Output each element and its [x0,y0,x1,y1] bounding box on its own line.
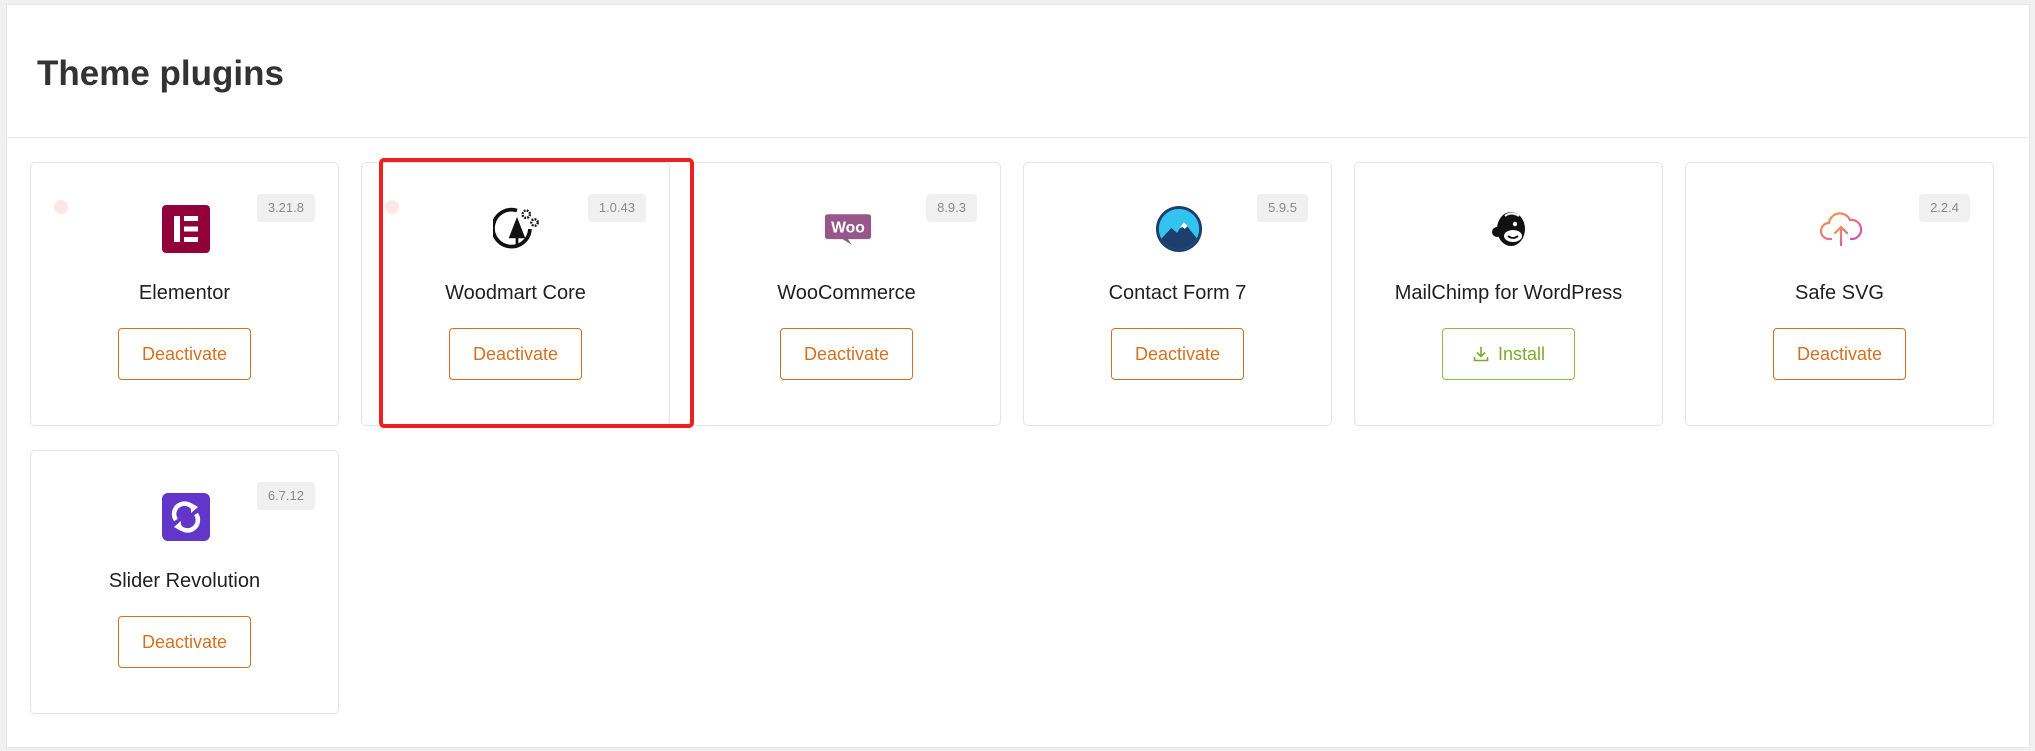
version-badge: 3.21.8 [256,194,315,222]
deactivate-button[interactable]: Deactivate [780,328,913,380]
plugin-name: Slider Revolution [108,570,261,592]
plugin-card-woodmart-core: 1.0.43 Woodmart Core Deactivate [361,162,670,426]
install-button[interactable]: Install [1442,328,1575,380]
elementor-icon [162,205,210,253]
woodmart-icon [493,205,541,253]
mailchimp-icon [1486,205,1534,253]
version-badge: 5.9.5 [1257,194,1308,222]
deactivate-button[interactable]: Deactivate [1773,328,1906,380]
plugin-grid: 3.21.8 Elementor Deactivate 1.0.43 Woodm… [30,162,1994,714]
plugin-card-contact-form-7: 5.9.5 Contact Form 7 Deactivate [1023,162,1332,426]
plugin-card-safe-svg: 2.2.4 Safe SVG Deactivate [1685,162,1994,426]
panel-header: Theme plugins [7,5,2029,138]
safe-svg-icon [1817,205,1865,253]
deactivate-button[interactable]: Deactivate [1111,328,1244,380]
button-label: Deactivate [472,343,559,364]
download-icon [1473,347,1489,362]
deactivate-button[interactable]: Deactivate [118,328,251,380]
version-badge: 1.0.43 [587,194,646,222]
slider-revolution-icon [162,493,210,541]
plugin-card-woocommerce: 8.9.3 Woo WooCommerce Deactivate [692,162,1001,426]
plugin-name: Elementor [138,282,231,304]
plugin-card-slider-revolution: 6.7.12 Slider Revolution Deactivate [30,450,339,714]
button-label: Deactivate [1796,343,1883,364]
svg-text:Woo: Woo [831,220,865,237]
version-badge: 6.7.12 [256,482,315,510]
plugin-card-mailchimp: MailChimp for WordPress Install [1354,162,1663,426]
woocommerce-icon: Woo [824,205,872,253]
deactivate-button[interactable]: Deactivate [449,328,582,380]
button-label: Deactivate [803,343,890,364]
status-dot [385,200,399,214]
version-badge: 8.9.3 [926,194,977,222]
plugin-card-elementor: 3.21.8 Elementor Deactivate [30,162,339,426]
button-label: Deactivate [1134,343,1221,364]
plugin-name: Woodmart Core [445,282,586,304]
button-label: Install [1497,343,1546,364]
plugin-name: WooCommerce [777,282,916,304]
plugin-name: MailChimp for WordPress [1394,282,1623,304]
deactivate-button[interactable]: Deactivate [118,616,251,668]
contact-form-7-icon [1155,205,1203,253]
button-label: Deactivate [141,631,228,652]
page-title: Theme plugins [37,54,284,93]
version-badge: 2.2.4 [1919,194,1970,222]
button-label: Deactivate [141,343,228,364]
plugin-name: Contact Form 7 [1108,282,1247,304]
status-dot [54,200,68,214]
plugin-name: Safe SVG [1795,282,1884,304]
